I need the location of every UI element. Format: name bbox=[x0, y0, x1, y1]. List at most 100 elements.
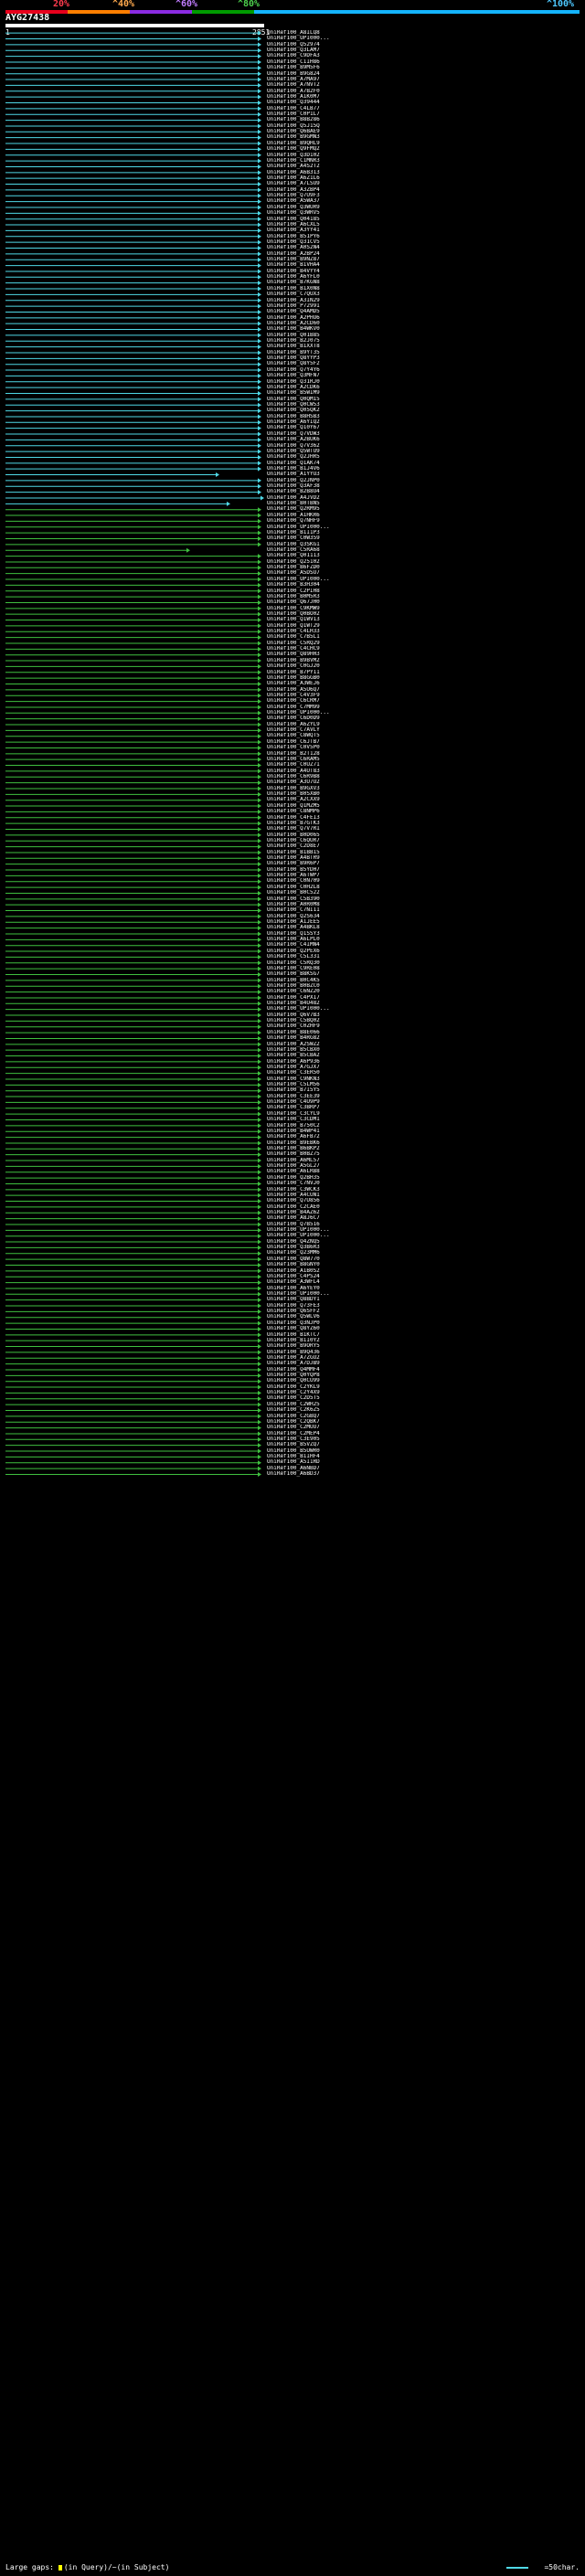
hit-arrow bbox=[258, 1216, 261, 1222]
hit-arrow bbox=[258, 588, 261, 594]
hit-arrow bbox=[258, 65, 261, 70]
hit-arrow bbox=[258, 222, 261, 228]
hit-arrow bbox=[258, 727, 261, 733]
hit-arrow bbox=[258, 873, 261, 878]
hit-arrow bbox=[258, 1355, 261, 1361]
hit-arrow bbox=[258, 611, 261, 617]
hit-arrow bbox=[258, 862, 261, 867]
hit-arrow bbox=[258, 1140, 261, 1146]
hit-arrow bbox=[216, 472, 219, 478]
hit-arrow bbox=[258, 1181, 261, 1186]
hit-arrow bbox=[258, 1071, 261, 1076]
hit-arrow bbox=[258, 1245, 261, 1250]
in-query-label: (in Query)/ bbox=[63, 2563, 112, 2571]
hit-arrow bbox=[258, 1001, 261, 1006]
hit-arrow bbox=[258, 1222, 261, 1227]
hit-arrow bbox=[258, 199, 261, 205]
hit-arrow bbox=[261, 495, 264, 501]
hit-arrow bbox=[258, 1448, 261, 1454]
hit-arrow bbox=[258, 850, 261, 855]
hit-arrow bbox=[258, 739, 261, 745]
hit-arrow bbox=[258, 217, 261, 222]
hit-arrow bbox=[258, 919, 261, 925]
hit-arrow bbox=[258, 949, 261, 954]
hit-arrow bbox=[258, 1175, 261, 1181]
hit-arrow bbox=[258, 170, 261, 175]
hit-arrow bbox=[258, 577, 261, 582]
hit-arrow bbox=[258, 1123, 261, 1129]
hit-labels: UniRef100_A8ILQ8 UniRef100_UPI000... UniRe… bbox=[267, 30, 585, 1477]
hit-arrow bbox=[258, 809, 261, 814]
hit-arrow bbox=[258, 1135, 261, 1140]
hit-arrow bbox=[258, 437, 261, 442]
hit-arrow bbox=[258, 1007, 261, 1012]
hit-arrow bbox=[258, 478, 261, 483]
hit-arrow bbox=[258, 710, 261, 716]
hit-arrow bbox=[258, 164, 261, 169]
hit-arrow bbox=[258, 1338, 261, 1343]
hit-arrow bbox=[258, 118, 261, 123]
hit-arrow bbox=[258, 879, 261, 885]
hit-arrow bbox=[258, 815, 261, 821]
hit-arrow bbox=[258, 431, 261, 437]
hit-arrow bbox=[258, 153, 261, 158]
hit-arrow bbox=[258, 146, 261, 152]
hit-arrow bbox=[258, 1146, 261, 1151]
hit-arrow bbox=[258, 193, 261, 198]
hit-arrow bbox=[258, 902, 261, 907]
hit-arrow bbox=[258, 1426, 261, 1431]
hit-arrow bbox=[258, 803, 261, 809]
hit-arrow bbox=[258, 59, 261, 65]
hit-arrow bbox=[258, 1303, 261, 1309]
hit-arrow bbox=[258, 513, 261, 518]
hit-arrow bbox=[258, 1018, 261, 1023]
hit-arrow bbox=[258, 1024, 261, 1030]
hit-arrow bbox=[258, 926, 261, 931]
hit-arrow bbox=[258, 757, 261, 762]
hit-arrow bbox=[258, 1187, 261, 1193]
hit-arrow bbox=[258, 263, 261, 269]
hit-arrow bbox=[258, 257, 261, 262]
hit-arrow bbox=[258, 931, 261, 937]
hit-arrow bbox=[258, 419, 261, 425]
hit-arrow bbox=[258, 54, 261, 59]
hit-arrow bbox=[258, 554, 261, 559]
hit-arrow bbox=[258, 507, 261, 513]
hit-arrow bbox=[258, 483, 261, 489]
hit-arrow bbox=[258, 1286, 261, 1291]
hit-arrow bbox=[258, 774, 261, 779]
hit-arrow bbox=[258, 1042, 261, 1047]
hit-arrow bbox=[258, 745, 261, 750]
hit-arrow bbox=[258, 960, 261, 966]
hit-arrow bbox=[258, 315, 261, 321]
hit-arrow bbox=[258, 111, 261, 117]
hit-arrow bbox=[258, 1332, 261, 1338]
hit-arrow bbox=[258, 885, 261, 890]
hit-arrow bbox=[258, 855, 261, 861]
hit-arrow bbox=[258, 426, 261, 431]
hit-arrow bbox=[258, 298, 261, 303]
hit-arrow bbox=[258, 385, 261, 390]
hit-arrow bbox=[258, 1152, 261, 1158]
hit-arrow bbox=[258, 658, 261, 663]
hit-arrow bbox=[258, 1239, 261, 1245]
hit-arrow bbox=[258, 1170, 261, 1175]
hit-arrow bbox=[258, 1263, 261, 1267]
large-gaps-label: Large gaps: bbox=[5, 2563, 54, 2571]
hit-label[interactable]: UniRef100_A6BD37 bbox=[267, 1471, 585, 1477]
hit-arrow bbox=[258, 89, 261, 94]
hit-arrow bbox=[258, 286, 261, 292]
hit-arrow bbox=[258, 908, 261, 914]
hit-arrow bbox=[258, 763, 261, 769]
hit-arrow bbox=[258, 769, 261, 774]
hit-arrow bbox=[258, 106, 261, 111]
hit-arrow bbox=[258, 618, 261, 623]
hit-arrow bbox=[258, 827, 261, 832]
hit-arrow bbox=[258, 599, 261, 605]
hit-arrow bbox=[258, 1012, 261, 1018]
hit-arrow bbox=[258, 635, 261, 641]
hit-arrow bbox=[258, 1280, 261, 1286]
hit-arrow bbox=[258, 1315, 261, 1320]
hit-arrow bbox=[258, 454, 261, 460]
hit-arrow bbox=[258, 1158, 261, 1163]
